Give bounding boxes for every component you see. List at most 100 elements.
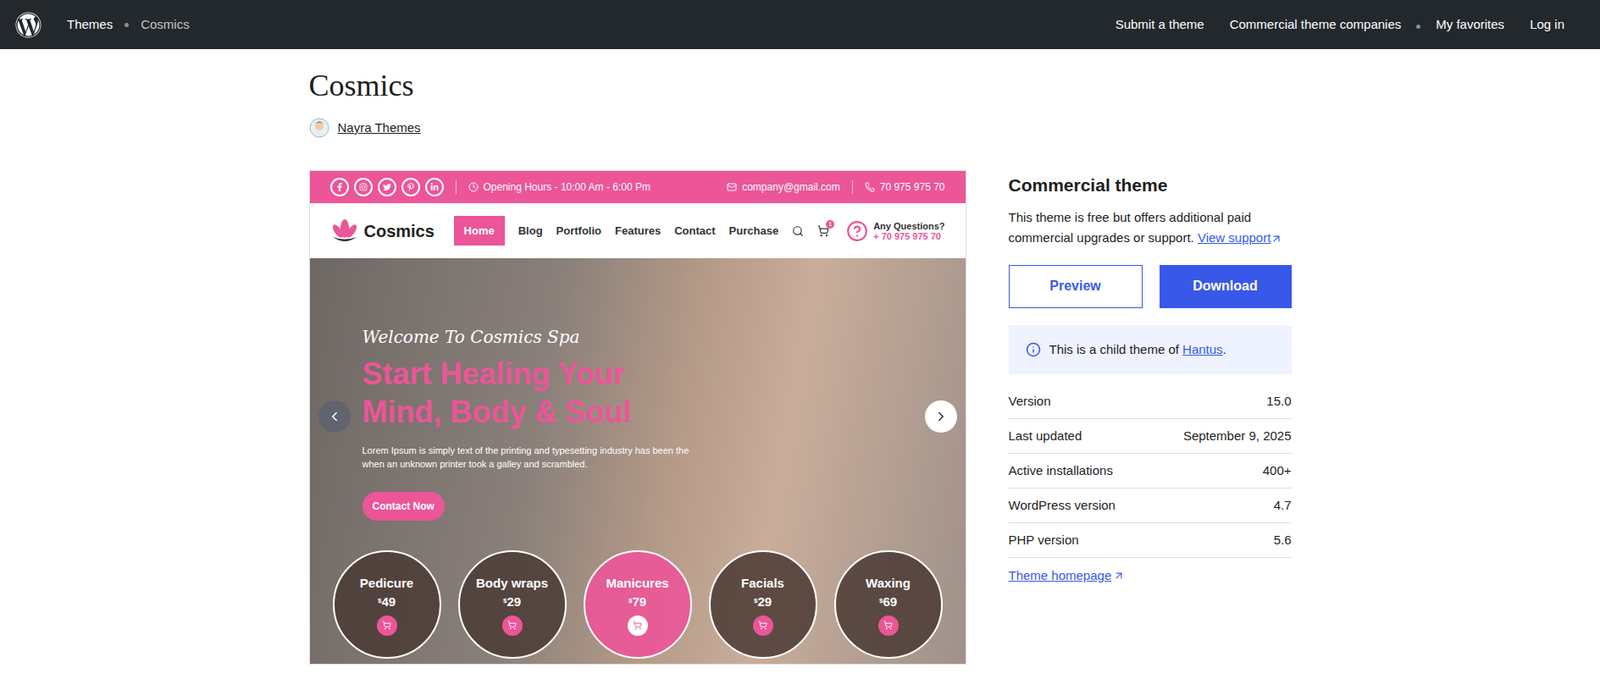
hero-script: Welcome To Cosmics Spa xyxy=(362,324,700,350)
question-phone: + 70 975 975 70 xyxy=(873,231,945,242)
sidebar-heading: Commercial theme xyxy=(1008,171,1292,200)
support-link[interactable]: View support xyxy=(1197,230,1283,245)
service-name: Body wraps xyxy=(476,574,549,594)
separator-dot xyxy=(1416,24,1421,29)
preview-header: Cosmics Home Blog Portfolio Features Contact P… xyxy=(310,203,966,259)
theme-homepage-link[interactable]: Theme homepage xyxy=(1008,566,1292,587)
service-card[interactable]: Pedicure$49 xyxy=(332,550,442,659)
meta-value: September 9, 2025 xyxy=(1183,426,1292,447)
sidebar-description: This theme is free but offers additional… xyxy=(1008,207,1292,249)
preview-nav-item[interactable]: Contact xyxy=(674,215,715,247)
question-label: Any Questions? xyxy=(873,221,945,232)
service-card[interactable]: Facials$29 xyxy=(708,550,818,659)
hero: Welcome To Cosmics Spa Start Healing Your… xyxy=(310,258,966,665)
hero-headline: Start Healing YourMind, Body & Soul xyxy=(362,354,700,432)
prev-slide-button[interactable] xyxy=(318,400,351,433)
nav-link[interactable]: Log in xyxy=(1529,15,1565,35)
service-name: Facials xyxy=(741,574,785,594)
lotus-logo-icon xyxy=(330,218,360,244)
cart-icon xyxy=(883,620,893,631)
author-avatar-icon xyxy=(309,117,330,139)
meta-label: Version xyxy=(1008,392,1052,412)
chevron-right-icon xyxy=(933,409,949,425)
preview-logo-text: Cosmics xyxy=(364,218,435,244)
top-bar: Themes Cosmics Submit a theme Commercial th… xyxy=(0,0,1600,50)
meta-value: 4.7 xyxy=(1273,496,1292,516)
search-icon[interactable] xyxy=(791,225,804,238)
download-button[interactable]: Download xyxy=(1159,265,1292,309)
clock-icon xyxy=(468,182,479,193)
social-icon[interactable] xyxy=(354,177,373,197)
nav-link[interactable]: My favorites xyxy=(1435,15,1505,35)
meta-row: Last updated September 9, 2025 xyxy=(1008,419,1292,454)
meta-label: Last updated xyxy=(1008,426,1083,447)
hero-cta[interactable]: Contact Now xyxy=(362,492,445,521)
meta-label: PHP version xyxy=(1008,531,1080,551)
preview-email: company@gmail.com xyxy=(741,179,841,195)
chevron-left-icon xyxy=(326,409,343,425)
cart-badge: 1 xyxy=(825,220,835,229)
nav-link[interactable]: Commercial theme companies xyxy=(1229,15,1402,35)
service-price: $29 xyxy=(503,592,521,613)
opening-hours: Opening Hours - 10:00 Am - 6:00 Pm xyxy=(483,179,651,195)
cart-icon xyxy=(507,620,517,631)
meta-row: WordPress version 4.7 xyxy=(1008,488,1292,524)
preview-phone: 70 975 975 70 xyxy=(880,179,946,195)
next-slide-button[interactable] xyxy=(924,400,958,433)
meta-row: PHP version 5.6 xyxy=(1008,523,1292,559)
meta-value: 5.6 xyxy=(1273,531,1292,551)
author-link[interactable]: Nayra Themes xyxy=(337,118,421,139)
service-name: Pedicure xyxy=(359,574,414,594)
preview-nav-item[interactable]: Home xyxy=(453,215,505,247)
service-price: $79 xyxy=(628,592,647,613)
service-price: $29 xyxy=(753,592,772,613)
main: Cosmics Nayra Themes Opening Hours - 10:00… xyxy=(309,49,1292,665)
preview-topbar: Opening Hours - 10:00 Am - 6:00 Pm compan… xyxy=(310,171,966,204)
question-icon xyxy=(846,220,869,243)
services: Pedicure$49Body wraps$29Manicures$79Faci… xyxy=(310,550,966,665)
content: Opening Hours - 10:00 Am - 6:00 Pm compan… xyxy=(309,170,1292,665)
info-icon xyxy=(1025,342,1041,358)
nav-link[interactable]: Submit a theme xyxy=(1115,15,1205,35)
breadcrumb-item[interactable]: Cosmics xyxy=(140,15,190,35)
meta-value: 400+ xyxy=(1262,461,1292,482)
preview-nav-item[interactable]: Features xyxy=(614,215,661,247)
hero-body: Lorem Ipsum is simply text of the printi… xyxy=(362,444,702,472)
service-name: Waxing xyxy=(865,574,911,594)
theme-title: Cosmics xyxy=(309,49,1292,105)
social-icon[interactable] xyxy=(425,177,444,197)
social-icon[interactable] xyxy=(377,177,397,197)
sidebar: Commercial theme This theme is free but o… xyxy=(1008,170,1292,665)
service-price: $49 xyxy=(377,592,396,613)
service-card[interactable]: Manicures$79 xyxy=(583,550,693,659)
preview-nav-item[interactable]: Blog xyxy=(518,215,543,247)
preview-nav-item[interactable]: Portfolio xyxy=(556,215,602,247)
meta-label: Active installations xyxy=(1008,461,1113,482)
meta-row: Version 15.0 xyxy=(1008,384,1292,420)
cart-icon xyxy=(632,620,643,631)
service-price: $69 xyxy=(879,592,897,613)
wordpress-logo-icon[interactable] xyxy=(15,11,42,39)
parent-theme-link[interactable]: Hantus xyxy=(1182,342,1224,357)
top-nav: Submit a theme Commercial theme companies… xyxy=(1115,15,1585,35)
meta-value: 15.0 xyxy=(1266,392,1291,412)
service-card[interactable]: Body wraps$29 xyxy=(458,550,567,659)
social-icon[interactable] xyxy=(401,177,421,197)
meta-list: Version 15.0 Last updated September 9, 2025… xyxy=(1008,384,1292,559)
breadcrumb-item[interactable]: Themes xyxy=(66,15,113,35)
mail-icon xyxy=(726,182,737,193)
cart-icon xyxy=(382,620,392,631)
service-card[interactable]: Waxing$69 xyxy=(834,550,943,659)
phone-icon xyxy=(864,182,875,193)
meta-row: Active installations 400+ xyxy=(1008,453,1292,489)
page: Themes Cosmics Submit a theme Commercial th… xyxy=(0,0,1600,690)
meta-label: WordPress version xyxy=(1008,496,1116,516)
preview-button[interactable]: Preview xyxy=(1008,265,1143,309)
service-name: Manicures xyxy=(605,574,669,594)
external-icon xyxy=(1270,232,1283,245)
preview-nav-item[interactable]: Purchase xyxy=(729,215,780,247)
social-icon[interactable] xyxy=(330,177,349,197)
author: Nayra Themes xyxy=(309,117,1292,139)
external-icon xyxy=(1112,570,1125,582)
separator-dot xyxy=(124,22,129,28)
